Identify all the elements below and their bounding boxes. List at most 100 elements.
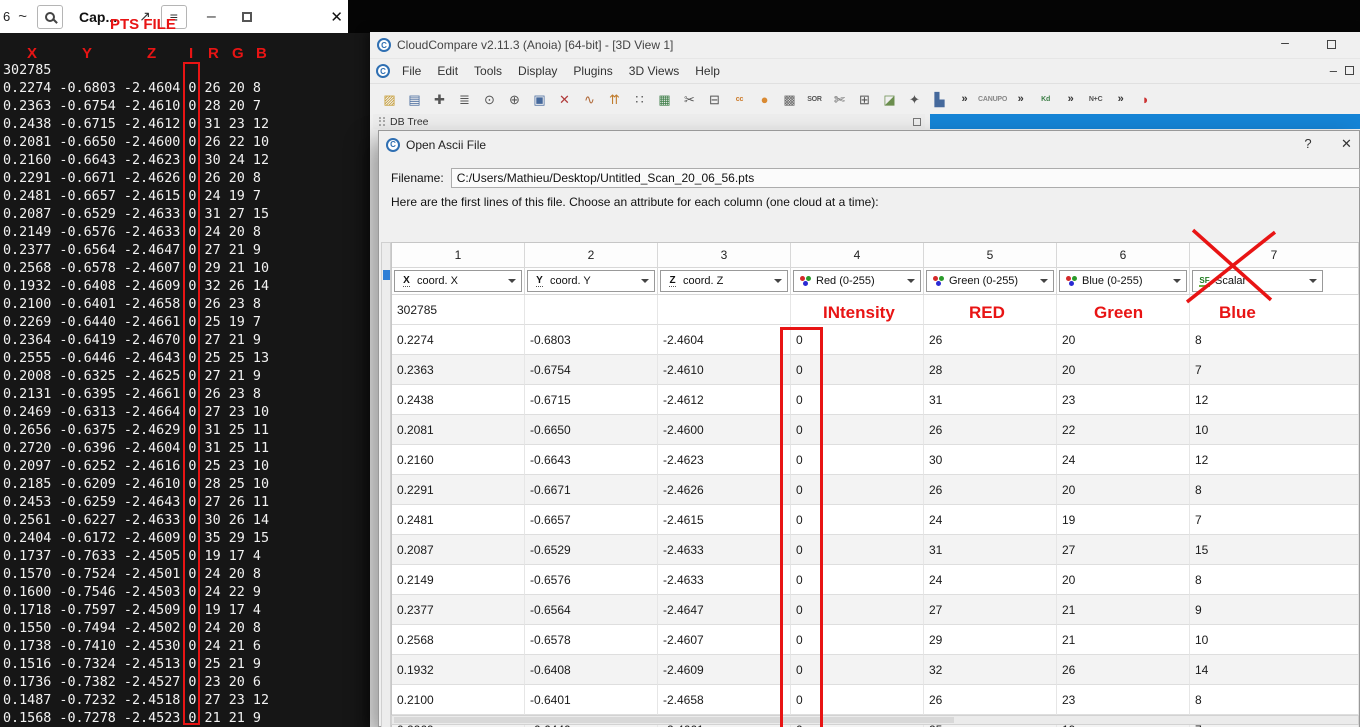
table-cell: 0: [791, 385, 924, 415]
toolbar: ▨ ▤ ✚ ≣ ⊙ ⊕ ▣ ✕ ∿ ⇈ ∷ ▦ ✂ ⊟ cc ● ▩ SOR ✄…: [370, 84, 1360, 114]
overflow-chevron[interactable]: »: [953, 88, 976, 111]
table-cell: 0.2087: [392, 535, 525, 565]
table-cell: [1057, 295, 1190, 325]
menu-item[interactable]: Plugins: [565, 61, 620, 81]
table-row: 0.2481 -0.6657 -2.4615 0 24 19 7: [392, 505, 1359, 535]
table-cell: -0.6650: [525, 415, 658, 445]
pts-line: 0.1738 -0.7410 -2.4530 0 24 21 6: [3, 639, 261, 654]
nc-plugin-icon[interactable]: N+C: [1084, 88, 1107, 111]
table-cell: [1190, 295, 1359, 325]
column-attribute-dropdown[interactable]: Red (0-255): [793, 270, 921, 292]
attribute-type-icon: Y: [536, 275, 543, 287]
menu-button[interactable]: ≡: [160, 4, 187, 29]
histogram-icon[interactable]: ▙: [928, 88, 951, 111]
window-maximize-button[interactable]: [1316, 34, 1346, 54]
pts-line: 0.2438 -0.6715 -2.4612 0 31 23 12: [3, 117, 270, 132]
open-icon[interactable]: ▨: [378, 88, 401, 111]
crop-icon[interactable]: ⊟: [703, 88, 726, 111]
polyline-icon[interactable]: ∿: [578, 88, 601, 111]
menu-item[interactable]: File: [394, 61, 429, 81]
pen-tool-icon[interactable]: ~: [18, 8, 27, 25]
point-picking-icon[interactable]: ⊙: [478, 88, 501, 111]
table-cell: -2.4623: [658, 445, 791, 475]
table-row: 0.2568 -0.6578 -2.4607 0 29 21 10: [392, 625, 1359, 655]
minimize-button[interactable]: –: [207, 8, 216, 26]
column-attribute-dropdown[interactable]: SF Scalar: [1192, 270, 1323, 292]
apply-transform-icon[interactable]: ⇈: [603, 88, 626, 111]
db-tree-panel-header[interactable]: DB Tree: [373, 114, 925, 129]
table-cell: 14: [1190, 655, 1359, 685]
table-cell: -0.6643: [525, 445, 658, 475]
raster-icon[interactable]: ▩: [778, 88, 801, 111]
plugin-icon[interactable]: ◗: [1134, 88, 1157, 111]
maximize-button[interactable]: [241, 11, 252, 22]
table-cell: 22: [1057, 415, 1190, 445]
pts-line: 0.1932 -0.6408 -2.4609 0 32 26 14: [3, 279, 270, 294]
mdi-child-icon: C: [376, 64, 390, 78]
popout-icon[interactable]: ↗: [139, 8, 151, 25]
horizontal-scrollbar[interactable]: [391, 715, 1359, 725]
cross-section-icon[interactable]: ⊞: [853, 88, 876, 111]
pts-line: 302785: [3, 63, 52, 78]
close-button[interactable]: ✕: [330, 8, 343, 26]
tools-icon[interactable]: ✦: [903, 88, 926, 111]
chevron-down-icon: [904, 275, 918, 287]
dialog-close-button[interactable]: ✕: [1341, 136, 1360, 152]
translate-rotate-icon[interactable]: ✚: [428, 88, 451, 111]
menu-item[interactable]: Display: [510, 61, 565, 81]
dialog-titlebar: C Open Ascii File ? ✕: [379, 131, 1359, 158]
subsample-icon[interactable]: ∷: [628, 88, 651, 111]
overflow-chevron[interactable]: »: [1009, 88, 1032, 111]
segment-icon[interactable]: ✂: [678, 88, 701, 111]
pts-line: 0.2185 -0.6209 -2.4610 0 28 25 10: [3, 477, 270, 492]
point-list-picking-icon[interactable]: ⊕: [503, 88, 526, 111]
column-attribute-dropdown[interactable]: X coord. X: [394, 270, 522, 292]
zoom-tool-button[interactable]: [37, 4, 63, 29]
save-icon[interactable]: ▤: [403, 88, 426, 111]
table-row: 0.2087 -0.6529 -2.4633 0 31 27 15: [392, 535, 1359, 565]
attribute-type-icon: [798, 275, 813, 288]
clone-icon[interactable]: ▣: [528, 88, 551, 111]
table-vertical-header: [381, 242, 391, 727]
delete-icon[interactable]: ✕: [553, 88, 576, 111]
help-button[interactable]: ?: [1299, 136, 1317, 151]
octree-icon[interactable]: ▦: [653, 88, 676, 111]
filename-field[interactable]: C:/Users/Mathieu/Desktop/Untitled_Scan_2…: [450, 168, 1360, 188]
sor-filter-icon[interactable]: SOR: [803, 88, 826, 111]
mdi-restore-icon[interactable]: [1345, 66, 1354, 75]
cc-console-icon[interactable]: cc: [728, 88, 751, 111]
column-attribute-dropdown[interactable]: Y coord. Y: [527, 270, 655, 292]
column-attribute-dropdown[interactable]: Blue (0-255): [1059, 270, 1187, 292]
filename-label: Filename:: [391, 171, 444, 185]
kd-tree-plugin-icon[interactable]: Kd: [1034, 88, 1057, 111]
column-attribute-dropdown[interactable]: Z coord. Z: [660, 270, 788, 292]
magnifier-icon: [45, 11, 55, 22]
properties-icon[interactable]: ≣: [453, 88, 476, 111]
dropdown-selected-label: Scalar: [1215, 275, 1247, 287]
undock-icon[interactable]: [913, 117, 921, 126]
plane-icon[interactable]: ◪: [878, 88, 901, 111]
overflow-chevron[interactable]: »: [1059, 88, 1082, 111]
menu-item[interactable]: Help: [687, 61, 728, 81]
pts-line: 0.1718 -0.7597 -2.4509 0 19 17 4: [3, 603, 261, 618]
mdi-minimize-button[interactable]: –: [1330, 63, 1337, 78]
column-attribute-dropdown[interactable]: Green (0-255): [926, 270, 1054, 292]
scalpel-icon[interactable]: ✄: [828, 88, 851, 111]
overflow-chevron[interactable]: »: [1109, 88, 1132, 111]
menu-item[interactable]: Edit: [429, 61, 466, 81]
chevron-down-icon: [1306, 275, 1320, 287]
pts-file-content: 302785 0.2274 -0.6803 -2.4604 0 26 20 8 0.…: [3, 62, 269, 727]
sphere-icon[interactable]: ●: [753, 88, 776, 111]
pts-line: 0.2131 -0.6395 -2.4661 0 26 23 8: [3, 387, 261, 402]
menu-item[interactable]: 3D Views: [621, 61, 687, 81]
pts-line: 0.1737 -0.7633 -2.4505 0 19 17 4: [3, 549, 261, 564]
canupo-plugin-icon[interactable]: CANUPO: [978, 88, 1007, 111]
window-minimize-button[interactable]: –: [1270, 34, 1300, 54]
menu-item[interactable]: Tools: [466, 61, 510, 81]
table-cell: 0.1932: [392, 655, 525, 685]
attribute-type-icon: X: [403, 275, 410, 287]
dropdown-selected-label: coord. Z: [683, 275, 724, 287]
scrollbar-thumb[interactable]: [394, 717, 955, 723]
selector-cell: X coord. X: [392, 268, 525, 295]
window-title: Cap...: [79, 8, 118, 25]
